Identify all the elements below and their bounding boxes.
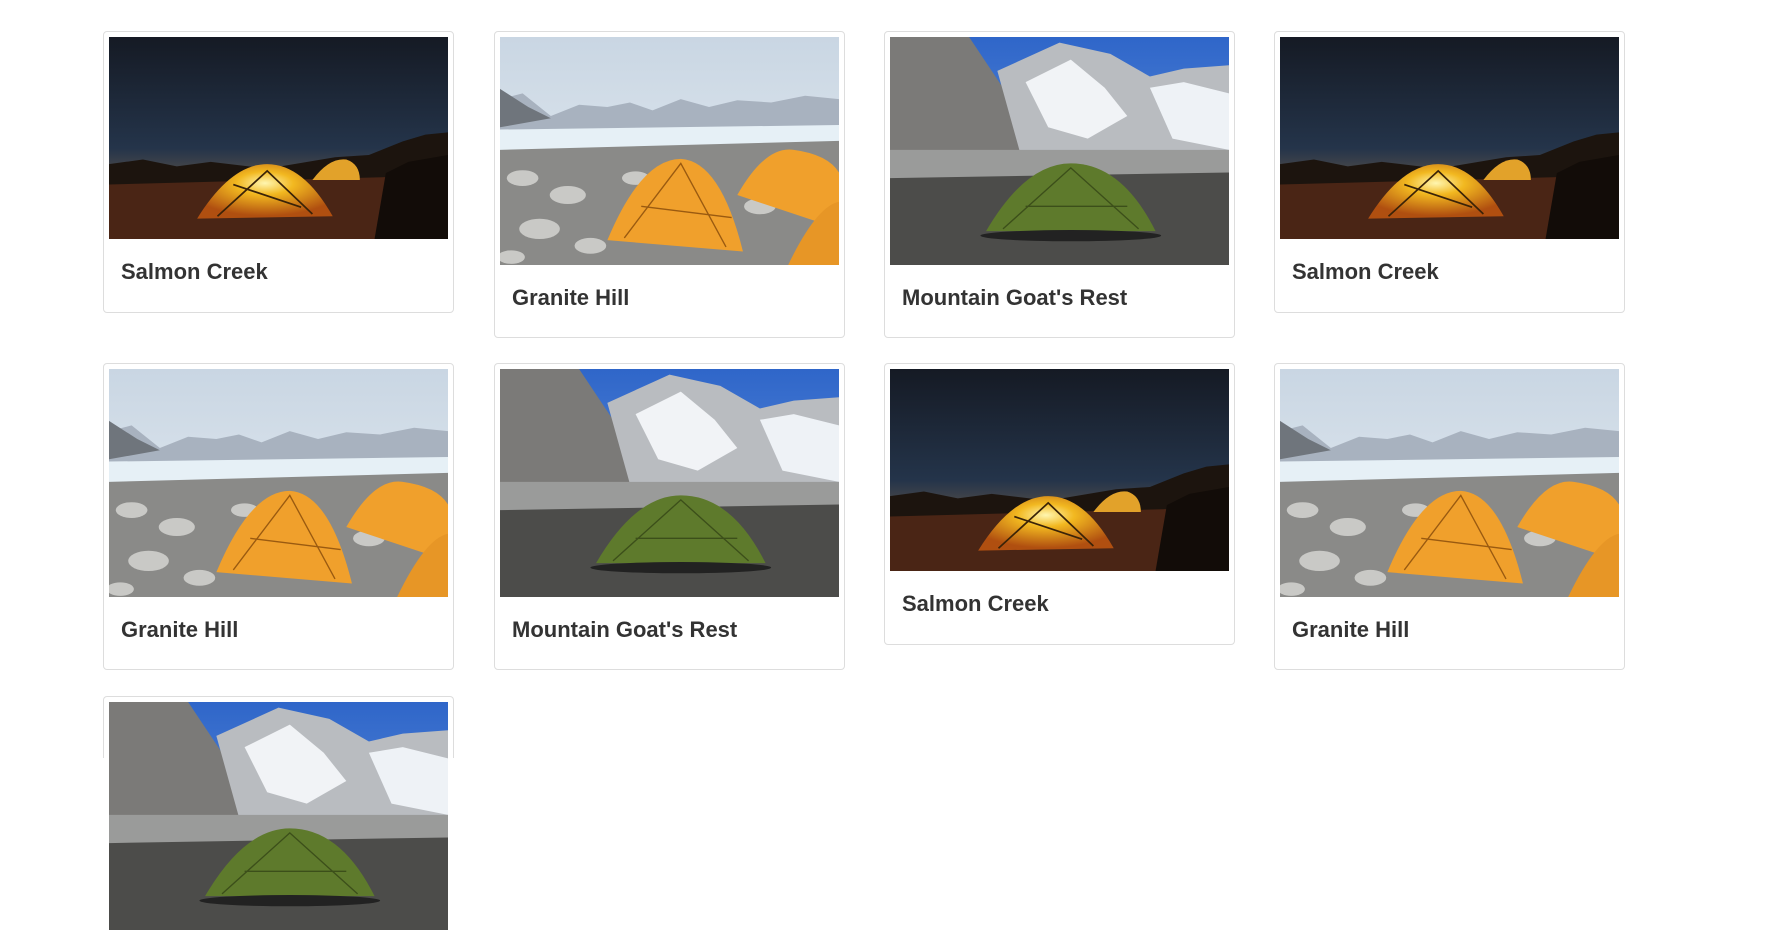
campground-name[interactable]: Granite Hill	[500, 285, 839, 311]
orange-tents-icon[interactable]	[1280, 369, 1619, 597]
green-tent-icon[interactable]	[890, 37, 1229, 265]
orange-tents-icon[interactable]	[109, 369, 448, 597]
campground-card[interactable]: Granite Hill	[1274, 363, 1625, 670]
campground-card[interactable]: Granite Hill	[103, 363, 454, 670]
campground-card[interactable]: Salmon Creek	[884, 363, 1235, 645]
campground-card[interactable]: Mountain Goat's Rest	[884, 31, 1235, 338]
orange-tents-icon[interactable]	[500, 37, 839, 265]
green-tent-icon[interactable]	[500, 369, 839, 597]
campground-card[interactable]: Granite Hill	[494, 31, 845, 338]
campground-card[interactable]: Mountain Goat's Rest	[494, 363, 845, 670]
campground-name[interactable]: Mountain Goat's Rest	[890, 285, 1229, 311]
campground-name[interactable]: Salmon Creek	[109, 259, 448, 285]
night-tent-icon[interactable]	[1280, 37, 1619, 239]
night-tent-icon[interactable]	[109, 37, 448, 239]
campground-name[interactable]: Salmon Creek	[890, 591, 1229, 617]
campground-card[interactable]: Salmon Creek	[103, 31, 454, 313]
green-tent-icon[interactable]	[109, 702, 448, 930]
campground-name[interactable]: Salmon Creek	[1280, 259, 1619, 285]
campground-card[interactable]	[103, 696, 454, 758]
campground-name[interactable]: Granite Hill	[109, 617, 448, 643]
campground-name[interactable]: Granite Hill	[1280, 617, 1619, 643]
night-tent-icon[interactable]	[890, 369, 1229, 571]
campground-name[interactable]: Mountain Goat's Rest	[500, 617, 839, 643]
campground-card[interactable]: Salmon Creek	[1274, 31, 1625, 313]
